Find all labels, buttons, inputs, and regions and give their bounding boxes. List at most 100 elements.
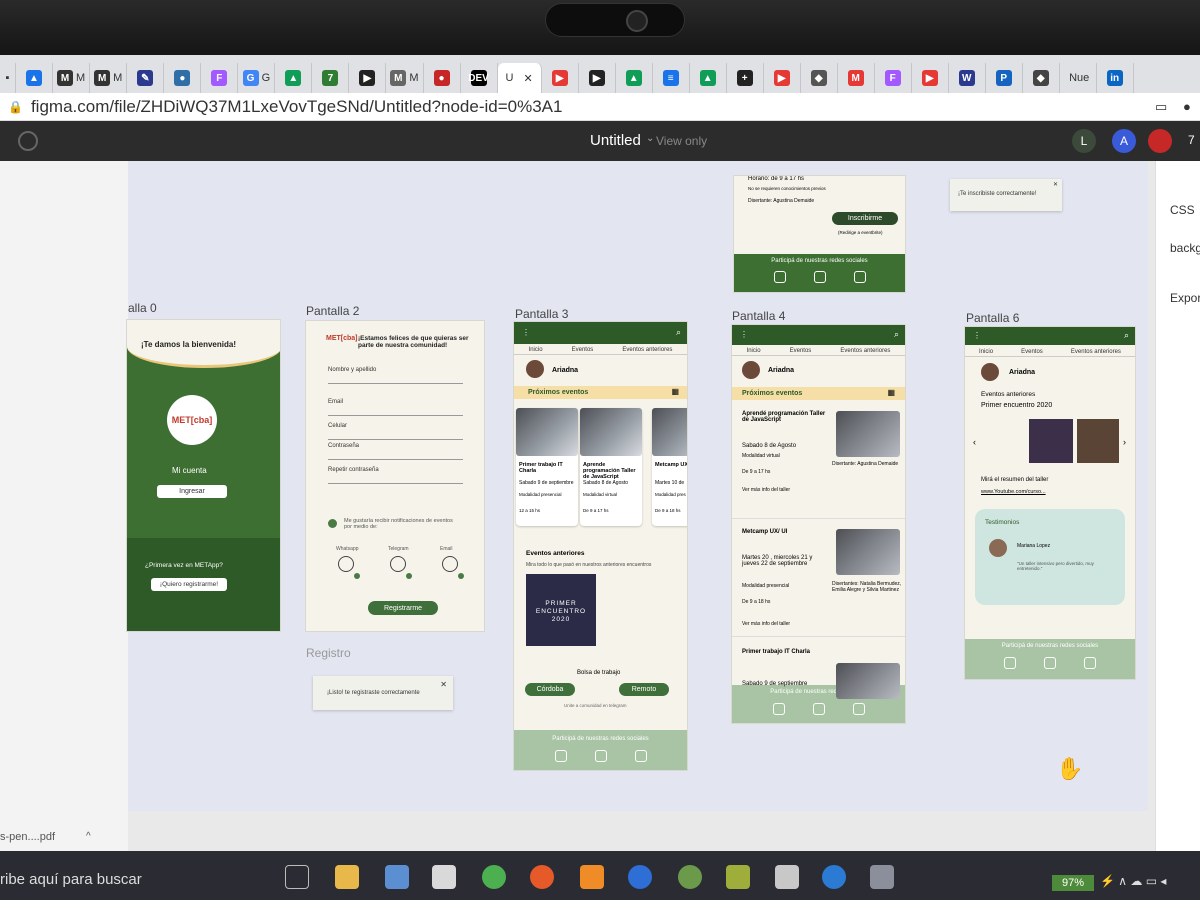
tab-eventos-anteriores[interactable]: Eventos anteriores [622, 347, 672, 353]
facebook-icon[interactable] [813, 271, 826, 283]
tab-eventos[interactable]: Eventos [1021, 349, 1043, 355]
browser-tab[interactable]: ✎ [127, 63, 165, 93]
form-field-input[interactable] [328, 483, 463, 484]
menu-icon[interactable]: ⋮ [740, 330, 748, 339]
close-icon[interactable]: ✕ [440, 680, 447, 689]
more-info-link[interactable]: Ver más info del taller [742, 621, 790, 627]
chevron-right-icon[interactable]: › [1123, 437, 1126, 447]
browser-tab[interactable]: Nue [1060, 63, 1097, 93]
file-title[interactable]: Untitled [590, 132, 641, 149]
active-tab[interactable]: U ✕ [497, 63, 542, 93]
frame-label[interactable]: Pantalla 2 [306, 304, 359, 318]
form-field-input[interactable] [328, 415, 463, 416]
event-poster[interactable]: PRIMER ENCUENTRO 2020 [526, 574, 596, 646]
frame-pantalla-4[interactable]: ⋮ ⌕ Inicio Eventos Eventos anteriores Ar… [731, 324, 906, 724]
browser-tab[interactable]: M [838, 63, 875, 93]
cordoba-button[interactable]: Córdoba [525, 683, 575, 696]
menu-icon[interactable]: ⋮ [973, 331, 981, 340]
checkbox[interactable] [406, 573, 412, 579]
edge-icon[interactable] [822, 865, 846, 889]
whatsapp-icon[interactable] [338, 556, 354, 572]
chevron-up-icon[interactable]: ^ [86, 831, 91, 842]
calendar-icon[interactable]: ▦ [671, 387, 679, 396]
browser-tab[interactable]: DEV [461, 63, 498, 93]
checkbox[interactable] [458, 573, 464, 579]
facebook-icon[interactable] [1044, 657, 1056, 669]
event-card[interactable]: Metcamp UX/UI Martes 10 de Modalidad pres D… [652, 408, 687, 526]
browser-tab[interactable]: F [875, 63, 912, 93]
signup-button[interactable]: Inscribirme [832, 212, 898, 225]
task-view-icon[interactable] [285, 865, 309, 889]
login-button[interactable]: Ingresar [157, 485, 227, 498]
frame-pantalla-0[interactable]: ¡Te damos la bienvenida! MET[cba] Mi cue… [126, 319, 281, 632]
browser-tab[interactable]: ▲ [690, 63, 727, 93]
telegram-icon[interactable] [390, 556, 406, 572]
carousel-image[interactable] [1029, 419, 1073, 463]
address-bar[interactable]: 🔒 figma.com/file/ZHDiWQ37M1LxeVovTgeSNd/… [0, 93, 1200, 121]
browser-tab[interactable]: ▶ [912, 63, 949, 93]
frame-label[interactable]: Pantalla 6 [966, 311, 1019, 325]
frame-label[interactable]: Pantalla 3 [515, 307, 568, 321]
event-card[interactable]: Aprende programación Taller de JavaScrip… [580, 408, 642, 526]
browser-tab[interactable]: F [201, 63, 239, 93]
form-field-input[interactable] [328, 459, 463, 460]
instagram-icon[interactable] [554, 750, 567, 762]
export-label[interactable]: Expor [1170, 291, 1200, 305]
download-filename[interactable]: s-pen....pdf [0, 831, 55, 843]
avatar[interactable] [1148, 129, 1172, 153]
close-icon[interactable]: ✕ [523, 72, 532, 85]
browser-tab[interactable]: + [727, 63, 764, 93]
xampp-icon[interactable] [580, 865, 604, 889]
browser-tab[interactable]: ▶ [349, 63, 387, 93]
paint-icon[interactable] [870, 865, 894, 889]
lock-app-icon[interactable] [775, 865, 799, 889]
store-icon[interactable] [432, 865, 456, 889]
tab-eventos[interactable]: Eventos [790, 348, 812, 354]
tab-inicio[interactable]: Inicio [529, 347, 543, 353]
browser-tab[interactable]: MM [53, 63, 91, 93]
more-info-link[interactable]: Ver más info del taller [742, 487, 790, 493]
checkbox[interactable] [354, 573, 360, 579]
tab-inicio[interactable]: Inicio [747, 348, 761, 354]
instagram-icon[interactable] [773, 271, 786, 283]
chevron-down-icon[interactable]: ⌄ [646, 133, 654, 144]
frame-event-detail[interactable]: Horario: de 9 a 17 hs No se requieren co… [733, 175, 906, 293]
app-icon[interactable] [726, 865, 750, 889]
file-explorer-icon[interactable] [335, 865, 359, 889]
frame-pantalla-3[interactable]: ⋮ ⌕ Inicio Eventos Eventos anteriores Ar… [513, 321, 688, 771]
event-list-item[interactable]: Metcamp UX/ UI Martes 20 , miercoles 21 y… [732, 525, 905, 637]
event-card[interactable]: Primer trabajo IT Charla Sabado 9 de sept… [516, 408, 578, 526]
browser-tab[interactable]: ▶ [542, 63, 579, 93]
taskbar-search[interactable]: ribe aquí para buscar [0, 871, 142, 888]
browser-tab[interactable]: ● [164, 63, 202, 93]
tab-overflow-icon[interactable]: ▪ [0, 63, 16, 93]
submit-register-button[interactable]: Registrarme [368, 601, 438, 615]
event-list-item[interactable]: Aprendé programación Taller de JavaScrip… [732, 407, 905, 519]
app-icon[interactable] [678, 865, 702, 889]
menu-icon[interactable]: ⋮ [522, 328, 530, 337]
browser-tab[interactable]: ● [424, 63, 461, 93]
browser-tab[interactable]: W [949, 63, 986, 93]
tab-eventos-anteriores[interactable]: Eventos anteriores [1071, 349, 1121, 355]
telegram-link[interactable]: Unite a comunidad en telegram [564, 703, 627, 708]
tab-eventos[interactable]: Eventos [572, 347, 594, 353]
browser-tab[interactable]: ≡ [653, 63, 690, 93]
figma-canvas[interactable]: CSS backg Expor alla 0 Pantalla 2 Pantal… [0, 161, 1200, 851]
cast-icon[interactable]: ▭ [1155, 99, 1167, 115]
frame-pantalla-2[interactable]: MET[cba] ¡Estamos felices de que quieras… [305, 320, 485, 632]
instagram-icon[interactable] [1004, 657, 1016, 669]
avatar[interactable]: A [1112, 129, 1136, 153]
url-text[interactable]: figma.com/file/ZHDiWQ37M1LxeVovTgeSNd/Un… [31, 97, 563, 117]
calendar-icon[interactable]: ▦ [887, 388, 895, 397]
search-icon[interactable]: ⌕ [1124, 330, 1129, 341]
browser-tab[interactable]: in [1097, 63, 1134, 93]
youtube-link[interactable]: www.Youtube.com/curso... [981, 489, 1046, 495]
avatar[interactable]: L [1072, 129, 1096, 153]
frame-label[interactable]: Registro [306, 646, 351, 660]
browser-tab[interactable]: MM [386, 63, 424, 93]
browser-tab[interactable]: P [986, 63, 1023, 93]
browser-tab[interactable]: MM [90, 63, 128, 93]
search-icon[interactable]: ⌕ [676, 327, 681, 338]
register-button[interactable]: ¡Quiero registrarme! [151, 578, 227, 591]
chevron-left-icon[interactable]: ‹ [973, 437, 976, 447]
